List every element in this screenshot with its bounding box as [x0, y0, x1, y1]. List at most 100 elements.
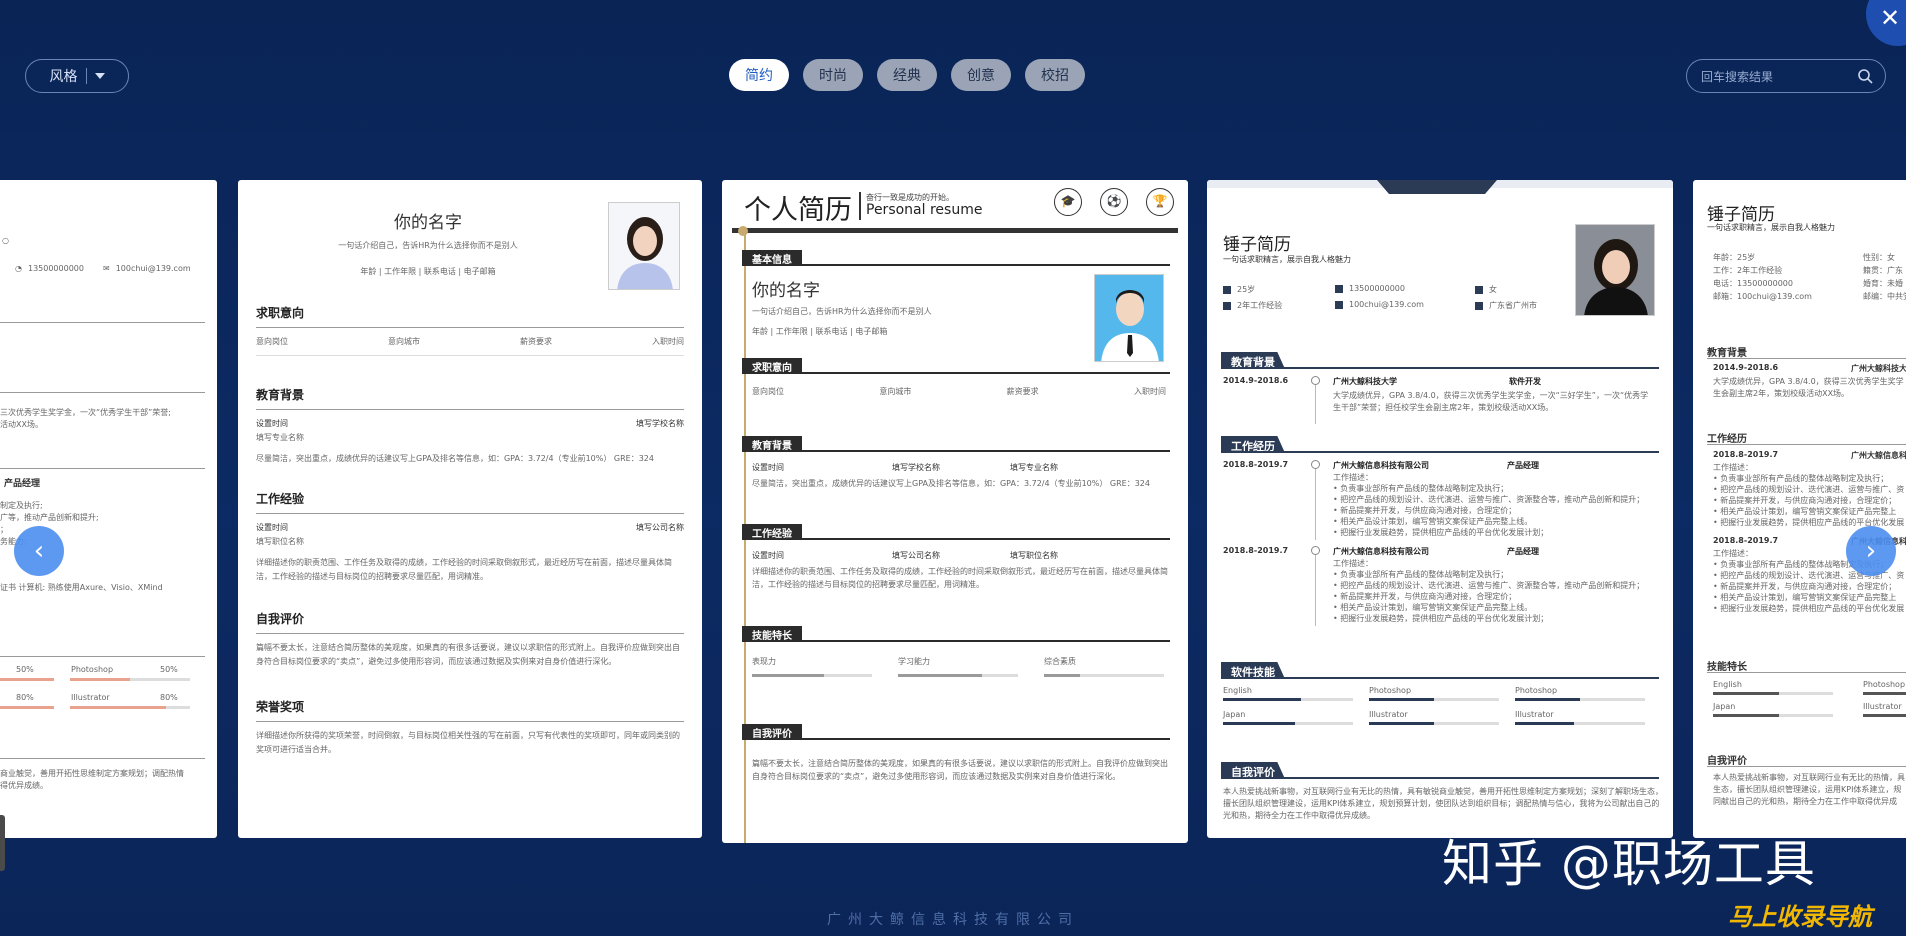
- tab-fashion[interactable]: 时尚: [803, 59, 863, 91]
- tab-simple[interactable]: 简约: [729, 59, 789, 91]
- chevron-left-icon: ‹: [33, 536, 45, 566]
- style-filter-dropdown[interactable]: 风格: [25, 59, 129, 93]
- skill-label: 综合素质: [1044, 657, 1076, 666]
- skill-label: Illustrator: [1369, 710, 1408, 719]
- desc-line: 制定及执行;: [0, 501, 43, 510]
- skill-bar: [1863, 714, 1906, 717]
- info-text: 电话：13500000000: [1713, 279, 1793, 288]
- resume-name: 你的名字: [752, 281, 820, 301]
- prev-button[interactable]: ‹: [14, 526, 64, 576]
- sports-icon: ⚽: [1100, 188, 1128, 216]
- tab-classic[interactable]: 经典: [877, 59, 937, 91]
- cert-line: 证书 计算机: 熟练使用Axure、Visio、XMind: [0, 583, 163, 592]
- job-time: 2018.8-2019.7: [1713, 536, 1779, 545]
- info-icon: [1475, 301, 1483, 310]
- job-company: 广州大鲸信息科: [1851, 451, 1906, 460]
- work-time: 设置时间: [256, 523, 288, 532]
- graduation-cap-icon: 🎓: [1054, 188, 1082, 216]
- intent-position: 意向岗位: [752, 387, 784, 396]
- next-button[interactable]: ›: [1846, 526, 1896, 576]
- job-desc-line: • 把控产品线的规划设计、迭代演进、运营与推广、资: [1713, 485, 1905, 494]
- job-desc-line: • 把握行业发展趋势，提供相应产品线的平台优化发展计划；: [1333, 614, 1549, 623]
- skill-bar: [1863, 692, 1906, 695]
- info-icon: [1335, 300, 1343, 309]
- tab-campus[interactable]: 校招: [1025, 59, 1085, 91]
- awards-section: 荣誉奖项 详细描述你所获得的奖项荣誉，时间倒叙，与目标岗位相关性强的写在前面，只…: [256, 698, 684, 755]
- job-company: 广州大鲸信息科技有限公司: [1333, 547, 1429, 556]
- intent-position: 意向岗位: [256, 337, 288, 346]
- side-handle[interactable]: [0, 815, 5, 871]
- resume-template-card[interactable]: 锤子简历 一句话求职精言，展示自我人格魅力 25岁 13500000000 女 2年工…: [1207, 180, 1673, 838]
- info-text: 邮编：中共党: [1863, 292, 1906, 301]
- info-text: 婚育：未婚: [1863, 279, 1903, 288]
- timeline-line: [1315, 460, 1316, 540]
- zhihu-watermark: 知乎 @职场工具: [1442, 835, 1816, 893]
- resume-template-card[interactable]: 锤子简历 一句话求职精言，展示自我人格魅力 年龄：25岁 工作：2年工作经验 电话：…: [1693, 180, 1906, 838]
- job-time: 2018.8-2019.7: [1713, 450, 1779, 459]
- skill-bar: [1515, 722, 1645, 725]
- section-title: 自我评价: [742, 724, 802, 740]
- section-title: 基本信息: [742, 250, 802, 266]
- info-text: 2年工作经验: [1237, 301, 1283, 310]
- search-input[interactable]: 回车搜索结果: [1686, 59, 1886, 93]
- work-company: 填写公司名称: [636, 523, 684, 532]
- info-text: 广东省广州市: [1489, 301, 1537, 310]
- phone-text: 13500000000: [27, 264, 84, 273]
- skill-label: 学习能力: [898, 657, 930, 666]
- role-title: 产品经理: [4, 479, 41, 489]
- info-item: 100chui@139.com: [1335, 300, 1424, 309]
- resume-template-card[interactable]: 个人简历 奋行一致是成功的开始。 Personal resume 🎓 ⚽ 🏆 基…: [722, 180, 1188, 843]
- job-desc-line: • 负责事业部所有产品线的整体战略制定及执行；: [1713, 474, 1889, 483]
- category-tabs: 简约 时尚 经典 创意 校招: [729, 59, 1085, 91]
- job-desc-line: • 相关产品设计策划，编写营销文案保证产品完整上: [1713, 593, 1897, 602]
- skill-bar: [898, 674, 1018, 677]
- job-desc-line: • 新品提案并开发，与供应商沟通对接，合理定价；: [1333, 506, 1517, 515]
- skill-label: Photoshop: [1863, 680, 1906, 689]
- skill-bar: [1044, 674, 1164, 677]
- edu-desc: 尽量简洁，突出重点，成绩优异的话建议写上GPA及排名等信息，如：GPA：3.72…: [256, 454, 654, 463]
- intent-start: 入职时间: [652, 337, 684, 346]
- resume-meta: 年龄 | 工作年限 | 联系电话 | 电子邮箱: [752, 327, 888, 336]
- info-item: 2年工作经验: [1223, 300, 1282, 311]
- skill-bar: [1223, 722, 1353, 725]
- close-button[interactable]: ✕: [1866, 0, 1906, 46]
- skill-bar: [1369, 698, 1499, 701]
- info-text: 邮箱：100chui@139.com: [1713, 292, 1812, 301]
- info-text: 女: [1489, 285, 1497, 294]
- job-desc-line: 工作描述：: [1333, 473, 1373, 482]
- info-icon: [1223, 301, 1231, 310]
- section-title: 自我评价: [256, 612, 305, 626]
- resume-meta: 年龄 | 工作年限 | 联系电话 | 电子邮箱: [360, 267, 496, 276]
- edu-time: 设置时间: [256, 419, 288, 428]
- tab-creative[interactable]: 创意: [951, 59, 1011, 91]
- desc-line: ；: [0, 525, 8, 534]
- resume-name: 你的名字: [394, 213, 462, 233]
- education-section: 教育背景 设置时间 填写学校名称 填写专业名称 尽量简洁，突出重点，成绩优异的话…: [256, 386, 684, 464]
- section-title: 荣誉奖项: [256, 700, 305, 714]
- resume-subtitle: Personal resume: [866, 202, 983, 218]
- edu-desc: 尽量简洁，突出重点，成绩优异的话建议写上GPA及排名等信息，如：GPA：3.72…: [752, 479, 1150, 488]
- email-text: 100chui@139.com: [115, 264, 191, 273]
- timeline-dot: [1311, 460, 1320, 469]
- search-icon[interactable]: [1857, 68, 1873, 84]
- skill-bar: [1515, 698, 1645, 701]
- work-role: 填写职位名称: [256, 537, 304, 546]
- job-desc-line: 工作描述：: [1713, 463, 1753, 472]
- resume-template-card[interactable]: 你的名字 一句话介绍自己，告诉HR为什么选择你而不是别人 年龄 | 工作年限 |…: [238, 180, 702, 838]
- timeline-dot: [1311, 546, 1320, 555]
- chevron-right-icon: ›: [1865, 536, 1877, 566]
- profile-photo: [1575, 224, 1655, 316]
- info-text: 工作：2年工作经验: [1713, 266, 1783, 275]
- job-company: 广州大鲸信息科技有限公司: [1333, 461, 1429, 470]
- work-desc: 洁，工作经验的描述与目标岗位的招聘要求尽量匹配，用词精准。: [256, 572, 488, 581]
- skill-label: Illustrator: [1515, 710, 1554, 719]
- intent-city: 意向城市: [879, 387, 912, 396]
- eval-desc: 篇幅不要太长，注意结合简历整体的美观度，如果真的有很多话要说，建议以求职信的形式…: [256, 643, 680, 652]
- resume-template-card[interactable]: ○ ◔ 13500000000 ✉ 100chui@139.com 三次优秀学生…: [0, 180, 217, 838]
- skill-label: 表现力: [752, 657, 776, 666]
- info-item: 广东省广州市: [1475, 300, 1537, 311]
- section-title: 技能特长: [742, 626, 802, 642]
- job-desc-line: • 相关产品设计策划，编写营销文案保证产品完整上线。: [1333, 517, 1533, 526]
- info-icon: [1335, 284, 1343, 293]
- self-evaluation-section: 自我评价 篇幅不要太长，注意结合简历整体的美观度，如果真的有很多话要说，建议以求…: [256, 610, 684, 667]
